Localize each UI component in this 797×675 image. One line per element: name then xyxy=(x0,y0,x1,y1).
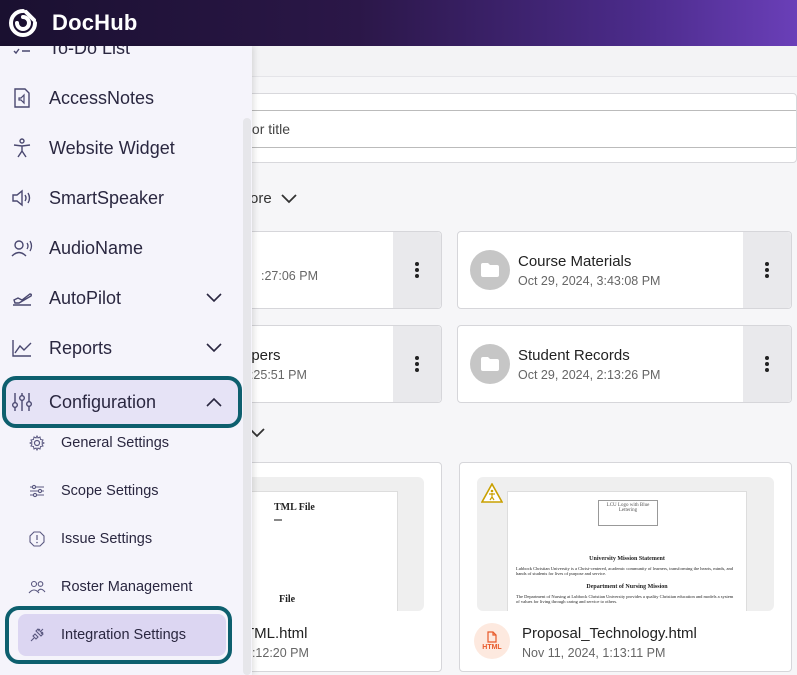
sidebar-subitem-issue-settings[interactable]: Issue Settings xyxy=(0,515,243,563)
folder-menu-button[interactable] xyxy=(393,326,441,402)
document-thumbnail: LCU Logo with Blue Lettering University … xyxy=(477,477,774,611)
sidebar-subitem-scope-settings[interactable]: Scope Settings xyxy=(0,467,243,515)
more-vertical-icon xyxy=(765,262,769,278)
warning-icon xyxy=(481,483,503,503)
sidebar-item-reports[interactable]: Reports xyxy=(0,323,243,373)
sidebar-subitem-label: Issue Settings xyxy=(61,531,153,547)
document-page-preview: TML File File xyxy=(228,491,398,611)
more-vertical-icon xyxy=(765,356,769,372)
more-toggle[interactable]: ore xyxy=(250,190,298,207)
sidebar-subitem-label: Integration Settings xyxy=(61,627,186,643)
brand-name[interactable]: DocHub xyxy=(52,10,138,36)
sliders-horizontal-icon xyxy=(28,482,46,500)
sidebar-subitem-label: General Settings xyxy=(61,435,170,451)
speaker-icon xyxy=(11,187,33,209)
sidebar: To-Do List AccessNotes Website Widget Sm… xyxy=(0,46,252,675)
sidebar-item-audioname[interactable]: AudioName xyxy=(0,223,243,273)
checklist-icon xyxy=(11,46,33,59)
html-file-icon: HTML xyxy=(474,623,510,659)
sidebar-subitem-general-settings[interactable]: General Settings xyxy=(0,419,243,467)
sidebar-subitem-label: Roster Management xyxy=(61,579,193,595)
more-vertical-icon xyxy=(415,356,419,372)
folder-card[interactable]: Course Materials Oct 29, 2024, 3:43:08 P… xyxy=(457,231,792,309)
users-icon xyxy=(28,578,46,596)
chevron-down-icon[interactable] xyxy=(205,289,223,307)
sliders-icon xyxy=(11,391,33,413)
more-vertical-icon xyxy=(415,262,419,278)
folder-icon xyxy=(470,344,510,384)
audio-person-icon xyxy=(11,237,33,259)
sidebar-item-label: SmartSpeaker xyxy=(49,187,165,208)
sidebar-item-smartspeaker[interactable]: SmartSpeaker xyxy=(0,173,243,223)
document-name: TML.html xyxy=(245,625,308,642)
document-name: Proposal_Technology.html xyxy=(522,625,697,642)
more-toggle-label: ore xyxy=(250,190,272,207)
sidebar-subitem-label: Scope Settings xyxy=(61,483,159,499)
accessibility-person-icon xyxy=(11,137,33,159)
sidebar-subitem-integration-settings[interactable]: Integration Settings xyxy=(0,611,243,659)
top-bar: DocHub xyxy=(0,0,797,46)
sidebar-item-label: AccessNotes xyxy=(49,87,155,108)
alert-octagon-icon xyxy=(28,530,46,548)
thumbnail-paragraph: The Department of Nursing at Lubbock Chr… xyxy=(516,594,734,604)
plane-icon xyxy=(11,287,33,309)
chevron-up-icon[interactable] xyxy=(205,393,223,411)
document-page-preview: LCU Logo with Blue Lettering University … xyxy=(507,491,747,611)
access-notes-icon xyxy=(11,87,33,109)
document-card[interactable]: LCU Logo with Blue Lettering University … xyxy=(459,462,792,672)
chevron-down-icon xyxy=(281,193,297,203)
document-date: 4:12:20 PM xyxy=(245,646,309,660)
sidebar-item-accessnotes[interactable]: AccessNotes xyxy=(0,73,243,123)
sidebar-subitem-roster-management[interactable]: Roster Management xyxy=(0,563,243,611)
plug-icon xyxy=(28,626,46,644)
thumbnail-title: TML File xyxy=(274,502,315,513)
chart-line-icon xyxy=(11,337,33,359)
folder-menu-button[interactable] xyxy=(743,326,791,402)
sidebar-scrollbar[interactable] xyxy=(243,118,251,675)
folder-card[interactable]: Student Records Oct 29, 2024, 2:13:26 PM xyxy=(457,325,792,403)
sidebar-item-label: AutoPilot xyxy=(49,287,122,308)
sidebar-item-label: Reports xyxy=(49,337,113,358)
thumbnail-heading: University Mission Statement xyxy=(589,556,665,562)
folder-menu-button[interactable] xyxy=(393,232,441,308)
html-file-badge-label: HTML xyxy=(482,644,502,651)
folder-icon xyxy=(470,250,510,290)
chevron-down-icon[interactable] xyxy=(205,339,223,357)
document-date: Nov 11, 2024, 1:13:11 PM xyxy=(522,646,666,660)
thumbnail-subtitle: File xyxy=(279,594,296,605)
sidebar-item-label: Configuration xyxy=(49,391,157,412)
thumbnail-paragraph: Lubbock Christian University is a Christ… xyxy=(516,566,733,576)
thumbnail-heading: Department of Nursing Mission xyxy=(586,584,668,590)
dochub-logo-icon[interactable] xyxy=(6,6,40,40)
thumbnail-image-alt: LCU Logo with Blue Lettering xyxy=(598,500,658,526)
folder-menu-button[interactable] xyxy=(743,232,791,308)
gear-icon xyxy=(28,434,46,452)
sidebar-item-todo-list[interactable]: To-Do List xyxy=(0,46,243,73)
sidebar-item-label: To-Do List xyxy=(49,46,131,58)
sidebar-item-website-widget[interactable]: Website Widget xyxy=(0,123,243,173)
sidebar-item-autopilot[interactable]: AutoPilot xyxy=(0,273,243,323)
sidebar-item-label: AudioName xyxy=(49,237,144,258)
sidebar-item-label: Website Widget xyxy=(49,137,175,158)
